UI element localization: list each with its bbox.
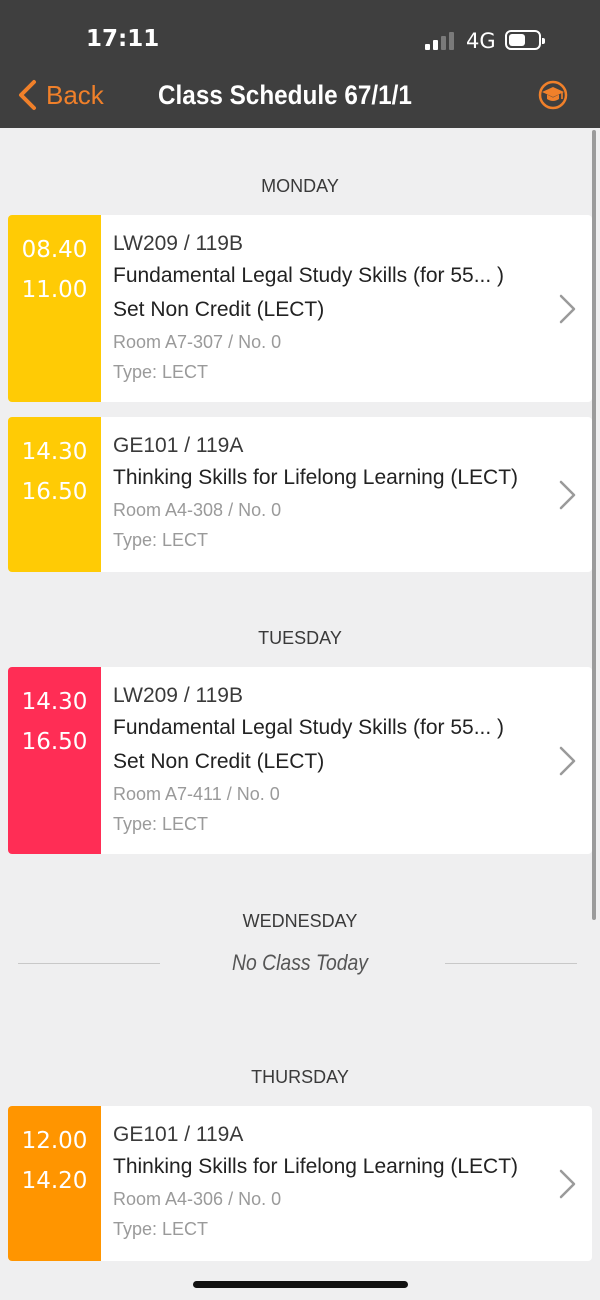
class-card[interactable]: 08.40 11.00 LW209 / 119B Fundamental Leg… xyxy=(8,215,592,402)
day-header-wednesday: WEDNESDAY xyxy=(242,911,358,931)
course-title: Fundamental Legal Study Skills (for 55..… xyxy=(113,716,505,739)
day-header-monday: MONDAY xyxy=(261,176,339,196)
time-block: 14.30 16.50 xyxy=(8,417,101,572)
course-title: Thinking Skills for Lifelong Learning (L… xyxy=(113,466,519,489)
battery-icon xyxy=(505,30,545,50)
end-time: 14.20 xyxy=(21,1168,88,1194)
chevron-right-icon xyxy=(559,294,576,324)
chevron-left-icon xyxy=(19,80,36,110)
class-type: Type: LECT xyxy=(113,362,209,382)
class-type: Type: LECT xyxy=(113,814,209,834)
start-time: 14.30 xyxy=(21,439,88,465)
graduation-cap-icon[interactable] xyxy=(537,79,569,111)
course-code: LW209 / 119B xyxy=(113,232,243,255)
status-time: 17:11 xyxy=(86,26,160,52)
divider xyxy=(445,963,577,964)
room-info: Room A7-307 / No. 0 xyxy=(113,332,282,352)
class-type: Type: LECT xyxy=(113,530,209,550)
class-card[interactable]: 14.30 16.50 LW209 / 119B Fundamental Leg… xyxy=(8,667,592,854)
end-time: 11.00 xyxy=(21,277,88,303)
home-indicator[interactable] xyxy=(193,1281,408,1288)
chevron-right-icon xyxy=(559,746,576,776)
time-block: 14.30 16.50 xyxy=(8,667,101,854)
room-info: Room A7-411 / No. 0 xyxy=(113,784,280,804)
chevron-right-icon xyxy=(559,480,576,510)
scroll-indicator[interactable] xyxy=(592,130,596,920)
navigation-bar: Back Class Schedule 67/1/1 xyxy=(0,62,600,128)
start-time: 12.00 xyxy=(21,1128,88,1154)
course-code: GE101 / 119A xyxy=(113,1123,244,1146)
back-button[interactable]: Back xyxy=(16,78,104,112)
start-time: 08.40 xyxy=(21,237,88,263)
status-bar: 17:11 4G xyxy=(0,0,600,62)
time-block: 12.00 14.20 xyxy=(8,1106,101,1261)
chevron-right-icon xyxy=(559,1169,576,1199)
page-title: Class Schedule 67/1/1 xyxy=(158,80,412,110)
class-card[interactable]: 14.30 16.50 GE101 / 119A Thinking Skills… xyxy=(8,417,592,572)
class-card[interactable]: 12.00 14.20 GE101 / 119A Thinking Skills… xyxy=(8,1106,592,1261)
class-type: Type: LECT xyxy=(113,1219,209,1239)
day-header-thursday: THURSDAY xyxy=(251,1067,349,1087)
time-block: 08.40 11.00 xyxy=(8,215,101,402)
day-header-tuesday: TUESDAY xyxy=(258,628,342,648)
end-time: 16.50 xyxy=(21,729,88,755)
course-code: GE101 / 119A xyxy=(113,434,244,457)
course-code: LW209 / 119B xyxy=(113,684,243,707)
end-time: 16.50 xyxy=(21,479,88,505)
back-label: Back xyxy=(46,79,104,110)
room-info: Room A4-308 / No. 0 xyxy=(113,500,282,520)
course-title: Set Non Credit (LECT) xyxy=(113,298,325,321)
course-title: Thinking Skills for Lifelong Learning (L… xyxy=(113,1155,519,1178)
room-info: Room A4-306 / No. 0 xyxy=(113,1189,282,1209)
start-time: 14.30 xyxy=(21,689,88,715)
course-title: Set Non Credit (LECT) xyxy=(113,750,325,773)
course-title: Fundamental Legal Study Skills (for 55..… xyxy=(113,264,505,287)
cellular-signal-icon xyxy=(425,32,457,50)
no-class-row: No Class Today xyxy=(0,948,600,980)
network-type: 4G xyxy=(466,29,496,53)
